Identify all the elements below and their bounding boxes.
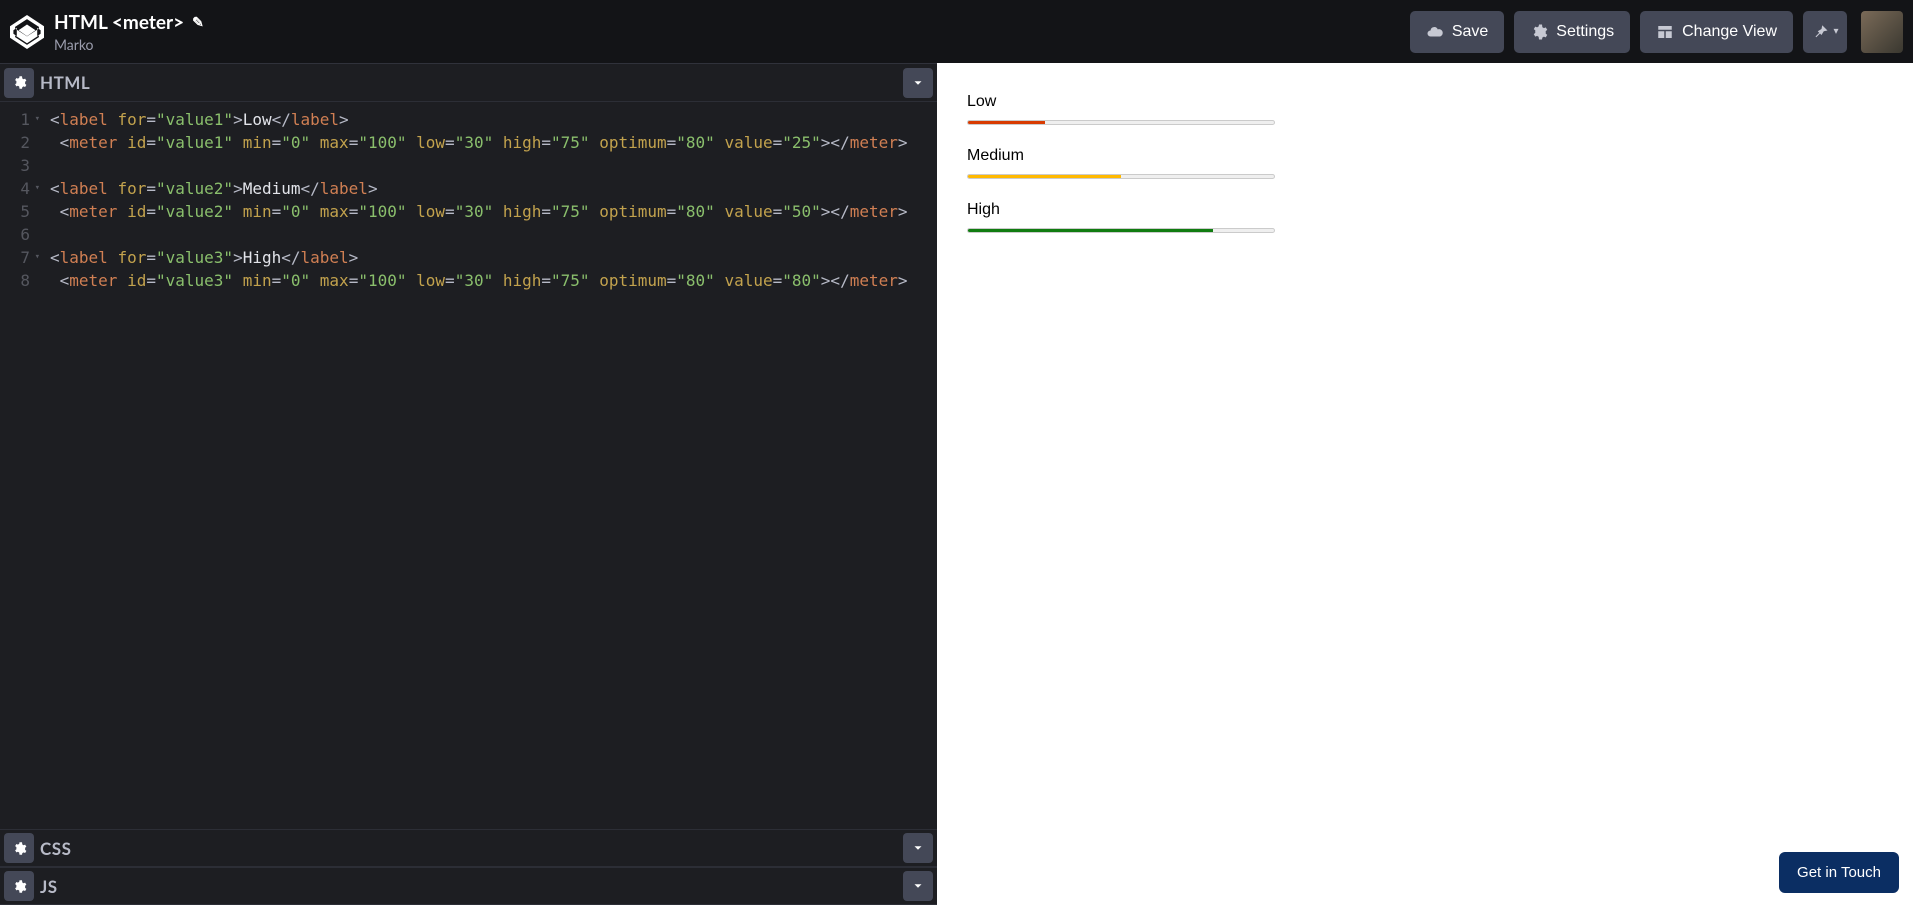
preview-body: Low Medium High [937, 63, 1913, 285]
html-panel-title: HTML [40, 72, 90, 93]
meter-label: Low [967, 93, 1883, 111]
meter-group: Low [967, 93, 1883, 127]
codepen-logo-icon[interactable] [10, 15, 44, 49]
line-number: 4 [0, 177, 30, 200]
js-panel-settings-button[interactable] [4, 871, 34, 901]
js-panel-header: JS [0, 867, 937, 905]
line-number: 8 [0, 269, 30, 292]
layout-icon [1656, 23, 1674, 41]
pen-title[interactable]: HTML <meter> ✎ [54, 11, 204, 34]
meter-label: Medium [967, 147, 1883, 165]
meter-label: High [967, 201, 1883, 219]
line-number: 2 [0, 131, 30, 154]
app-header: HTML <meter> ✎ Marko Save Settings Chang… [0, 0, 1913, 63]
code-line[interactable] [50, 223, 908, 246]
line-number: 1 [0, 108, 30, 131]
gear-icon [12, 879, 27, 894]
pin-icon [1811, 23, 1829, 41]
save-button[interactable]: Save [1410, 11, 1504, 53]
line-number: 3 [0, 154, 30, 177]
code-line[interactable]: <meter id="value3" min="0" max="100" low… [50, 269, 908, 292]
chevron-down-icon: ▾ [1833, 26, 1838, 37]
pen-title-text: HTML <meter> [54, 11, 184, 34]
js-panel-menu-button[interactable] [903, 871, 933, 901]
preview-pane: Low Medium High Get in Touch [937, 63, 1913, 905]
meter-group: High [967, 201, 1883, 235]
settings-button-label: Settings [1556, 23, 1614, 41]
css-panel-title: CSS [40, 838, 71, 859]
meter-group: Medium [967, 147, 1883, 181]
css-panel-menu-button[interactable] [903, 833, 933, 863]
chevron-down-icon [911, 841, 925, 855]
change-view-button-label: Change View [1682, 23, 1777, 41]
main-split: HTML 12345678 <label for="value1">Low</l… [0, 63, 1913, 905]
pen-author[interactable]: Marko [54, 36, 204, 53]
chevron-down-icon [911, 76, 925, 90]
line-number: 6 [0, 223, 30, 246]
css-panel-settings-button[interactable] [4, 833, 34, 863]
html-panel-menu-button[interactable] [903, 68, 933, 98]
cloud-icon [1426, 23, 1444, 41]
code-line[interactable]: <label for="value1">Low</label> [50, 108, 908, 131]
change-view-button[interactable]: Change View [1640, 11, 1793, 53]
meter-value3 [967, 225, 1275, 235]
gear-icon [12, 75, 27, 90]
pencil-icon[interactable]: ✎ [192, 13, 204, 31]
get-in-touch-button[interactable]: Get in Touch [1779, 852, 1899, 893]
settings-button[interactable]: Settings [1514, 11, 1630, 53]
meter-value2 [967, 171, 1275, 181]
html-editor[interactable]: 12345678 <label for="value1">Low</label>… [0, 102, 937, 829]
gear-icon [1530, 23, 1548, 41]
html-panel-settings-button[interactable] [4, 68, 34, 98]
editors-column: HTML 12345678 <label for="value1">Low</l… [0, 63, 937, 905]
code-line[interactable]: <label for="value3">High</label> [50, 246, 908, 269]
code-line[interactable]: <label for="value2">Medium</label> [50, 177, 908, 200]
code-line[interactable]: <meter id="value1" min="0" max="100" low… [50, 131, 908, 154]
chevron-down-icon [911, 879, 925, 893]
save-button-label: Save [1452, 23, 1488, 41]
code-line[interactable] [50, 154, 908, 177]
css-panel-header: CSS [0, 829, 937, 867]
gear-icon [12, 841, 27, 856]
html-panel-header: HTML [0, 64, 937, 102]
line-number: 5 [0, 200, 30, 223]
js-panel-title: JS [40, 876, 58, 897]
avatar[interactable] [1861, 11, 1903, 53]
line-number: 7 [0, 246, 30, 269]
meter-value1 [967, 117, 1275, 127]
code-line[interactable]: <meter id="value2" min="0" max="100" low… [50, 200, 908, 223]
pin-button[interactable]: ▾ [1803, 11, 1847, 53]
